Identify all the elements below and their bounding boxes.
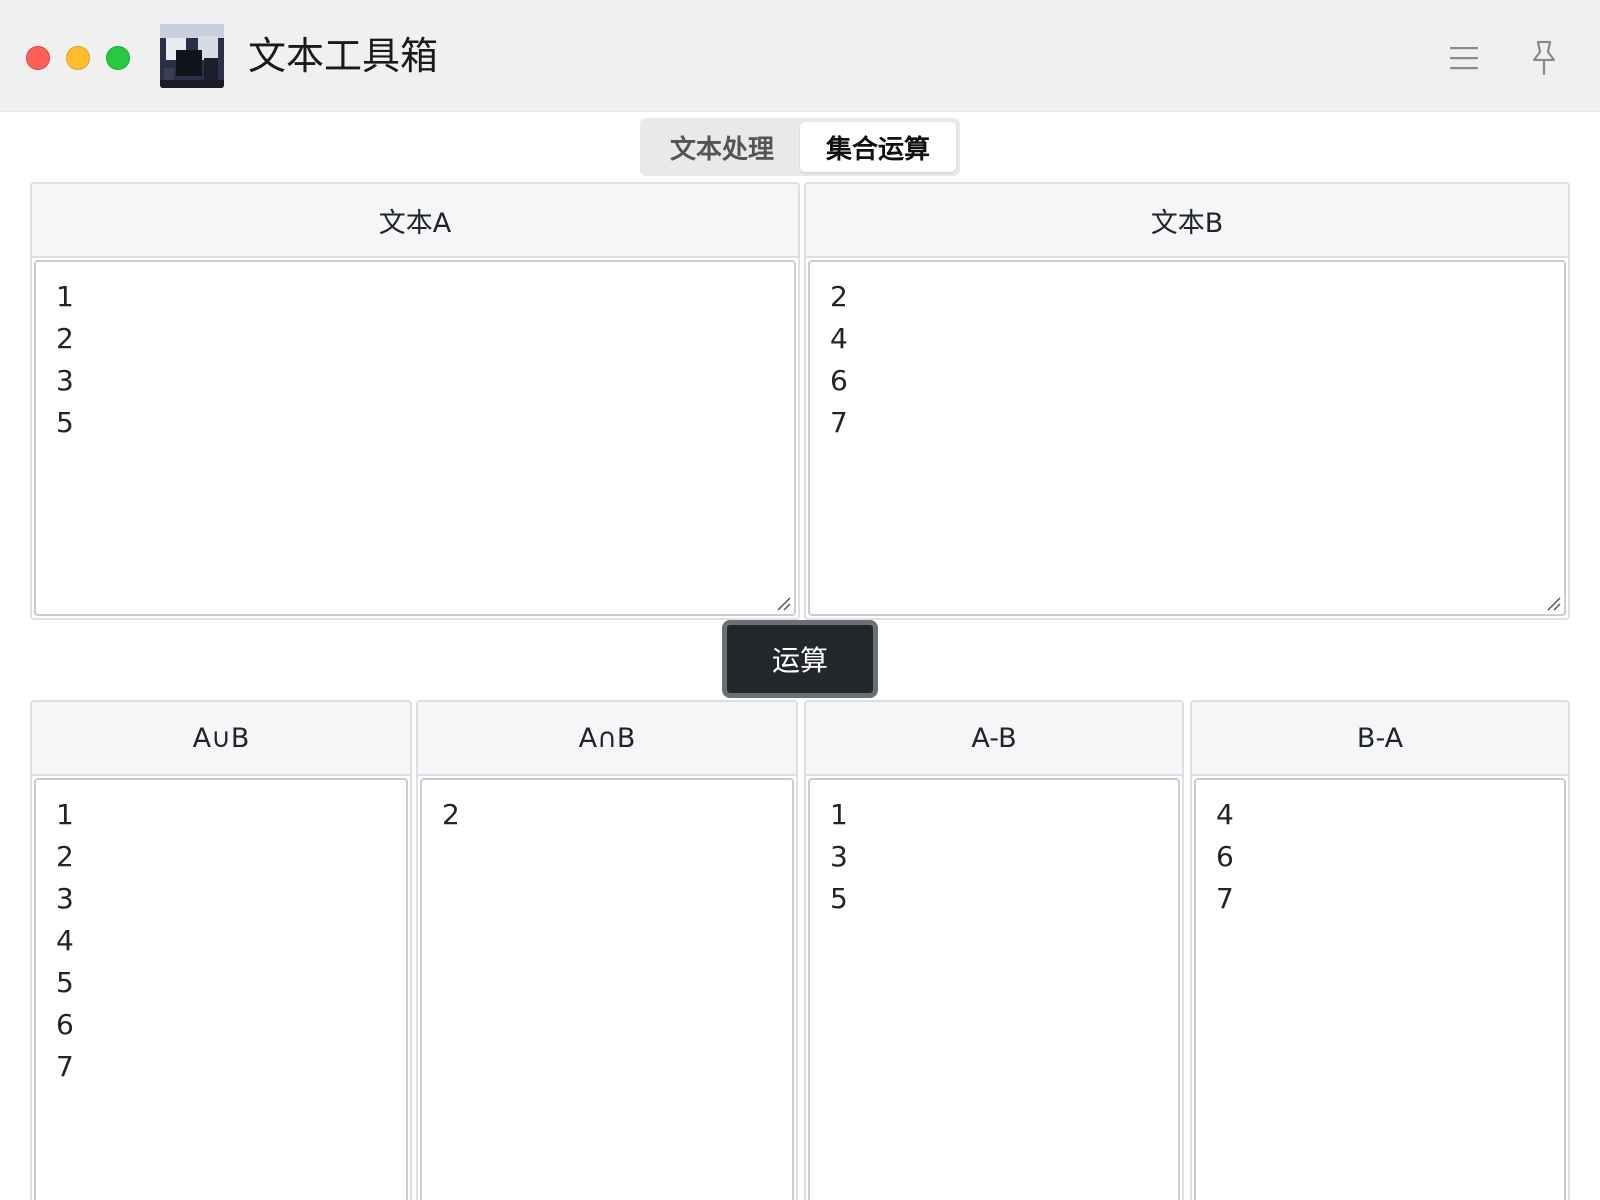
intersection-output[interactable]: 2 (420, 778, 794, 1200)
text-a-line: 5 (56, 406, 74, 439)
a-minus-b-panel: A-B 1 3 5 (804, 700, 1184, 1200)
text-a-line: 2 (56, 322, 74, 355)
text-a-input[interactable]: 1 2 3 5 (34, 260, 796, 616)
a-minus-b-line: 5 (830, 882, 848, 915)
text-b-label: 文本B (806, 184, 1568, 258)
pin-button[interactable] (1522, 36, 1566, 80)
a-minus-b-line: 3 (830, 840, 848, 873)
pin-icon (1532, 40, 1556, 76)
union-label: A∪B (32, 702, 410, 776)
union-line: 2 (56, 840, 74, 873)
b-minus-a-line: 4 (1216, 798, 1234, 831)
close-window-button[interactable] (26, 46, 50, 70)
text-a-line: 1 (56, 280, 74, 313)
a-minus-b-output[interactable]: 1 3 5 (808, 778, 1180, 1200)
union-line: 7 (56, 1050, 74, 1083)
compute-button[interactable]: 运算 (722, 620, 878, 698)
text-a-line: 3 (56, 364, 74, 397)
union-line: 6 (56, 1008, 74, 1041)
intersection-line: 2 (442, 798, 460, 831)
app-icon (160, 24, 224, 88)
b-minus-a-panel: B-A 4 6 7 (1190, 700, 1570, 1200)
resize-grip-icon[interactable] (1544, 594, 1562, 612)
app-window: 文本工具箱 文本处理 集合运算 文本A 1 2 3 5 文本B 2 4 6 7 … (0, 0, 1600, 1200)
intersection-label: A∩B (418, 702, 796, 776)
text-b-line: 2 (830, 280, 848, 313)
menu-button[interactable] (1442, 36, 1486, 80)
union-panel: A∪B 1 2 3 4 5 6 7 (30, 700, 412, 1200)
resize-grip-icon[interactable] (774, 594, 792, 612)
a-minus-b-line: 1 (830, 798, 848, 831)
text-b-line: 6 (830, 364, 848, 397)
b-minus-a-output[interactable]: 4 6 7 (1194, 778, 1566, 1200)
tab-set-operations[interactable]: 集合运算 (800, 122, 956, 172)
union-line: 3 (56, 882, 74, 915)
window-title: 文本工具箱 (248, 34, 439, 78)
title-bar: 文本工具箱 (0, 0, 1600, 112)
mode-tabs: 文本处理 集合运算 (640, 118, 960, 176)
text-a-label: 文本A (32, 184, 798, 258)
b-minus-a-line: 7 (1216, 882, 1234, 915)
text-b-panel: 文本B 2 4 6 7 (804, 182, 1570, 620)
intersection-panel: A∩B 2 (416, 700, 798, 1200)
text-b-line: 7 (830, 406, 848, 439)
union-line: 5 (56, 966, 74, 999)
b-minus-a-label: B-A (1192, 702, 1568, 776)
text-a-panel: 文本A 1 2 3 5 (30, 182, 800, 620)
b-minus-a-line: 6 (1216, 840, 1234, 873)
union-output[interactable]: 1 2 3 4 5 6 7 (34, 778, 408, 1200)
text-b-line: 4 (830, 322, 848, 355)
text-b-input[interactable]: 2 4 6 7 (808, 260, 1566, 616)
a-minus-b-label: A-B (806, 702, 1182, 776)
hamburger-menu-icon (1450, 47, 1478, 70)
union-line: 4 (56, 924, 74, 957)
zoom-window-button[interactable] (106, 46, 130, 70)
union-line: 1 (56, 798, 74, 831)
minimize-window-button[interactable] (66, 46, 90, 70)
tab-text-processing[interactable]: 文本处理 (644, 122, 800, 172)
